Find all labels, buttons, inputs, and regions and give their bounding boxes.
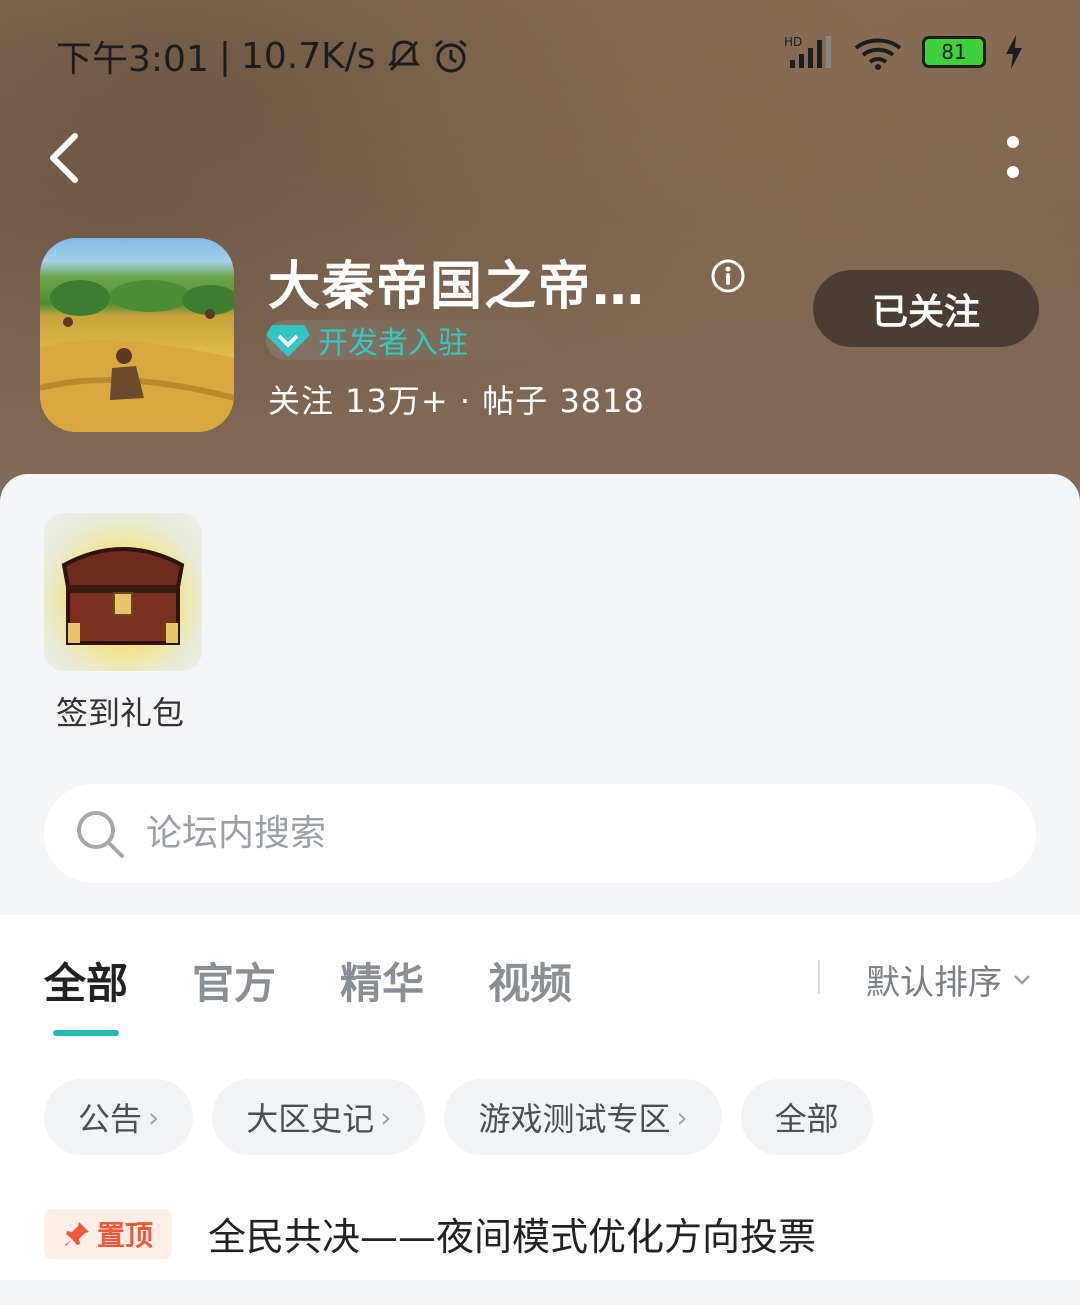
- mute-icon: [387, 40, 420, 72]
- pinned-post-title: 全民共决——夜间模式优化方向投票: [208, 1215, 817, 1259]
- battery-indicator: 81: [922, 36, 986, 68]
- sort-dropdown[interactable]: 默认排序: [866, 955, 1032, 1004]
- back-button[interactable]: [38, 128, 88, 188]
- active-tab-indicator: [53, 1030, 119, 1036]
- signal-icon: HD: [784, 35, 831, 68]
- forum-stats: 关注 13万+ · 帖子 3818: [268, 376, 645, 422]
- developer-badge-label: 开发者入驻: [318, 326, 468, 361]
- treasure-chest-icon: [61, 547, 185, 645]
- list-separator: [0, 1280, 1080, 1305]
- diamond-icon: [266, 325, 310, 357]
- status-left: 下午3:01 | 10.7K/s: [56, 30, 470, 82]
- chip-label: 大区史记: [246, 1100, 375, 1138]
- chevron-right-icon: ›: [148, 1100, 160, 1134]
- chevron-right-icon: ›: [380, 1100, 392, 1134]
- signin-gift-button[interactable]: [44, 513, 202, 671]
- sort-label: 默认排序: [866, 963, 1002, 1003]
- content-tabs: 全部 官方 精华 视频: [44, 950, 572, 1011]
- game-art-icon: [40, 280, 234, 432]
- game-icon: [40, 238, 234, 432]
- status-speed: 10.7K/s: [240, 35, 376, 77]
- chip-label: 游戏测试专区: [478, 1100, 671, 1138]
- forum-title: 大秦帝国之帝…: [268, 257, 647, 317]
- signin-gift-label: 签到礼包: [56, 694, 185, 732]
- stats-dot: ·: [459, 382, 472, 420]
- chip-label: 全部: [774, 1100, 839, 1138]
- pinned-tag: 置顶: [44, 1208, 172, 1259]
- charging-icon: [1006, 35, 1022, 69]
- chip-label: 公告: [78, 1100, 143, 1138]
- category-chips: 公告 › 大区史记 › 游戏测试专区 › 全部: [44, 1079, 873, 1155]
- posts-label: 帖子: [482, 382, 549, 420]
- status-bar: 下午3:01 | 10.7K/s HD 81: [56, 28, 1024, 80]
- pinned-tag-label: 置顶: [96, 1218, 153, 1252]
- chip-region-history[interactable]: 大区史记 ›: [212, 1079, 426, 1155]
- chip-announcement[interactable]: 公告 ›: [44, 1079, 194, 1155]
- info-icon: [711, 259, 745, 293]
- forum-header: 下午3:01 | 10.7K/s HD 81 大秦帝国之帝… 开发者入驻 关注 …: [0, 0, 1080, 520]
- follow-button[interactable]: 已关注: [813, 270, 1039, 347]
- chip-all[interactable]: 全部: [740, 1079, 873, 1155]
- svg-text:HD: HD: [784, 35, 802, 49]
- forum-search-bar[interactable]: [44, 784, 1036, 883]
- more-button[interactable]: [998, 128, 1028, 188]
- chevron-down-icon: [1014, 974, 1030, 985]
- sort-divider: [818, 960, 820, 994]
- status-time: 下午3:01: [56, 39, 209, 80]
- tab-all[interactable]: 全部: [44, 950, 128, 1011]
- tab-featured[interactable]: 精华: [340, 950, 424, 1011]
- more-vertical-icon: [1007, 136, 1019, 178]
- pin-icon: [64, 1221, 89, 1246]
- status-right: HD 81: [784, 34, 1024, 70]
- wifi-icon: [854, 38, 902, 70]
- developer-badge: 开发者入驻: [266, 320, 558, 361]
- chip-test-zone[interactable]: 游戏测试专区 ›: [444, 1079, 722, 1155]
- search-icon: [77, 810, 124, 858]
- posts-count: 3818: [559, 382, 645, 420]
- pinned-post[interactable]: 置顶 全民共决——夜间模式优化方向投票: [44, 1206, 816, 1261]
- search-input[interactable]: [144, 812, 948, 855]
- alarm-icon: [434, 39, 467, 73]
- followers-count: 13万+: [345, 382, 449, 420]
- chevron-right-icon: ›: [676, 1100, 688, 1134]
- info-button[interactable]: [710, 258, 746, 294]
- status-divider: |: [218, 35, 231, 77]
- tab-video[interactable]: 视频: [488, 950, 572, 1011]
- followers-label: 关注: [268, 382, 335, 420]
- chevron-left-icon: [50, 133, 78, 183]
- tab-official[interactable]: 官方: [192, 950, 276, 1011]
